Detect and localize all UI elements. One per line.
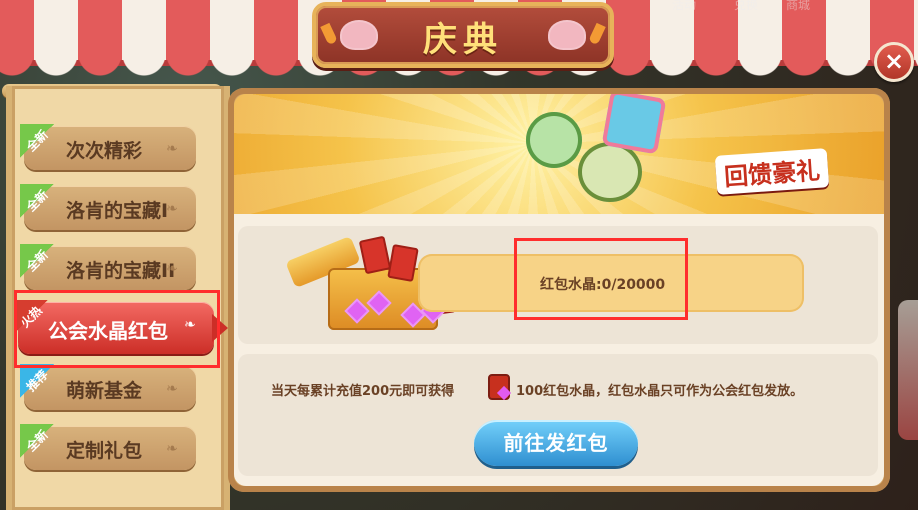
badge-new: 全新 [20, 124, 54, 158]
badge-label: 推荐 [23, 367, 51, 395]
sidebar-item-every-time[interactable]: 全新 次次精彩 ❧ [20, 124, 196, 170]
annotation-box-progress [514, 238, 688, 320]
ornament-icon: ❧ [166, 261, 178, 277]
sidebar-item-label: 洛肯的宝藏I [66, 200, 169, 222]
title-plaque: 庆典 [312, 2, 614, 68]
ornament-icon: ❧ [166, 141, 178, 157]
badge-new: 全新 [20, 244, 54, 278]
sidebar-item-custom-pack[interactable]: 全新 定制礼包 ❧ [20, 424, 196, 470]
annotation-box-sidebar [14, 290, 220, 368]
sidebar-item-label: 洛肯的宝藏II [66, 260, 176, 282]
monster-icon [578, 142, 642, 202]
ornament-icon: ❧ [166, 441, 178, 457]
gift-icon [601, 94, 667, 155]
sidebar-item-newbie-fund[interactable]: 推荐 萌新基金 ❧ [20, 364, 196, 410]
celebration-screen: 活动 兑换 商城 庆典 × 全新 次次精彩 ❧ 全新 洛肯的宝藏I ❧ 全新 洛… [0, 0, 918, 510]
side-decoration [898, 300, 918, 440]
badge-new: 全新 [20, 424, 54, 458]
bunny-icon [548, 20, 586, 50]
banner-title: 回馈豪礼 [714, 148, 830, 195]
description-text-part2: 100红包水晶，红包水晶只可作为公会红包发放。 [516, 384, 804, 399]
go-send-redpacket-button[interactable]: 前往发红包 [474, 420, 638, 466]
close-button[interactable]: × [874, 42, 914, 82]
redpacket-crystal-icon [488, 374, 510, 400]
sidebar-item-label: 次次精彩 [66, 140, 143, 162]
ornament-icon: ❧ [166, 201, 178, 217]
sidebar-item-locken-treasure-2[interactable]: 全新 洛肯的宝藏II ❧ [20, 244, 196, 290]
badge-label: 全新 [23, 427, 51, 455]
badge-new: 全新 [20, 184, 54, 218]
badge-label: 全新 [23, 127, 51, 155]
top-nav-activity[interactable]: 活动 [672, 0, 696, 13]
monster-icon [526, 112, 582, 168]
sidebar-item-label: 萌新基金 [66, 380, 143, 402]
badge-label: 全新 [23, 247, 51, 275]
redpacket-icon [358, 235, 392, 275]
badge-recommend: 推荐 [20, 364, 54, 398]
sidebar-item-label: 定制礼包 [66, 440, 143, 462]
ornament-icon: ❧ [166, 381, 178, 397]
badge-label: 全新 [23, 187, 51, 215]
sidebar-item-locken-treasure-1[interactable]: 全新 洛肯的宝藏I ❧ [20, 184, 196, 230]
description-text-part1: 当天每累计充值200元即可获得 [271, 384, 455, 399]
top-nav-exchange[interactable]: 兑换 [734, 0, 758, 13]
top-nav-shop[interactable]: 商城 [786, 0, 810, 13]
